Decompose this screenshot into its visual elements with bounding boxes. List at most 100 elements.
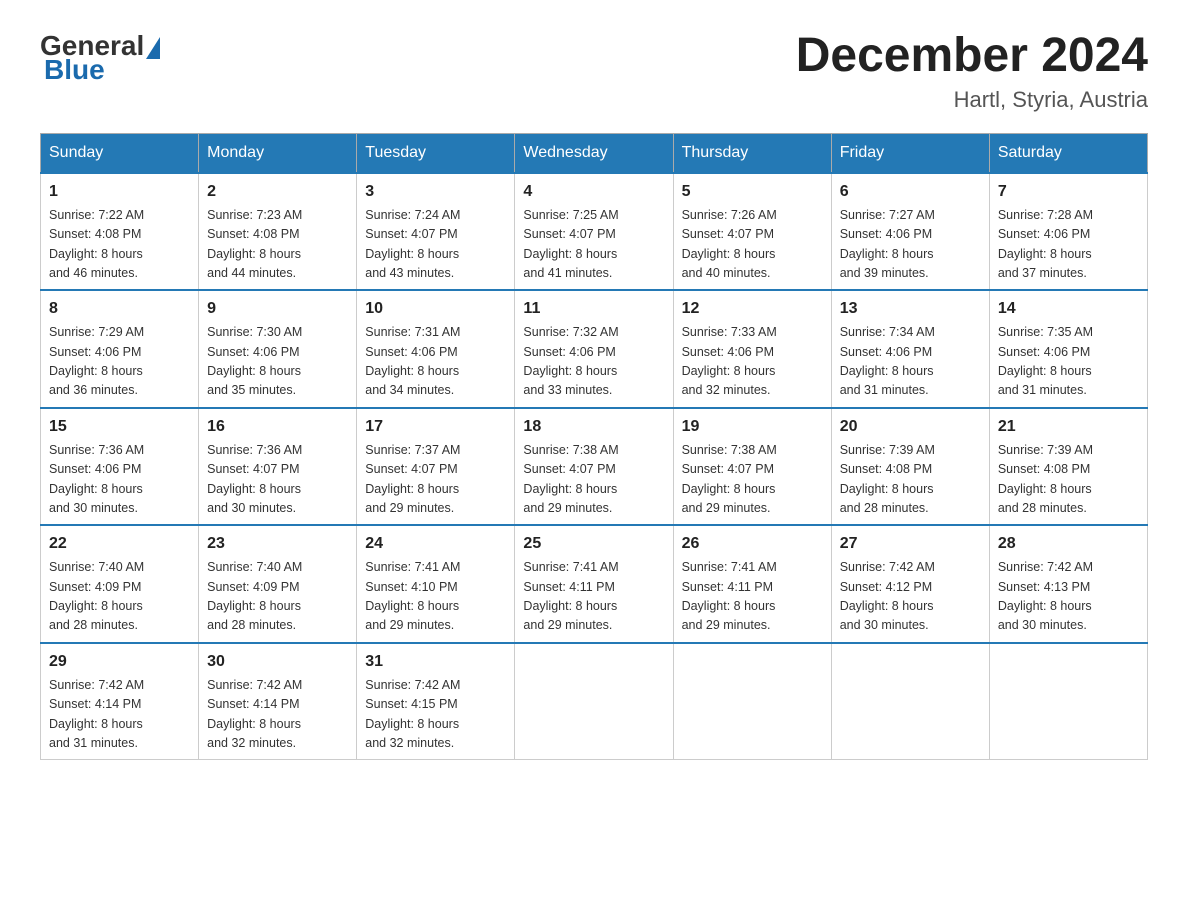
day-info: Sunrise: 7:30 AM Sunset: 4:06 PM Dayligh… (207, 323, 348, 401)
calendar-cell: 29 Sunrise: 7:42 AM Sunset: 4:14 PM Dayl… (41, 643, 199, 760)
day-info: Sunrise: 7:39 AM Sunset: 4:08 PM Dayligh… (998, 441, 1139, 519)
calendar-cell: 30 Sunrise: 7:42 AM Sunset: 4:14 PM Dayl… (199, 643, 357, 760)
week-row-3: 15 Sunrise: 7:36 AM Sunset: 4:06 PM Dayl… (41, 408, 1148, 526)
calendar-cell: 31 Sunrise: 7:42 AM Sunset: 4:15 PM Dayl… (357, 643, 515, 760)
day-info: Sunrise: 7:42 AM Sunset: 4:15 PM Dayligh… (365, 676, 506, 754)
calendar-cell: 9 Sunrise: 7:30 AM Sunset: 4:06 PM Dayli… (199, 290, 357, 408)
day-number: 26 (682, 532, 823, 556)
day-number: 22 (49, 532, 190, 556)
calendar-cell: 3 Sunrise: 7:24 AM Sunset: 4:07 PM Dayli… (357, 173, 515, 291)
calendar-cell: 21 Sunrise: 7:39 AM Sunset: 4:08 PM Dayl… (989, 408, 1147, 526)
day-number: 10 (365, 297, 506, 321)
calendar-cell: 4 Sunrise: 7:25 AM Sunset: 4:07 PM Dayli… (515, 173, 673, 291)
day-number: 20 (840, 415, 981, 439)
day-info: Sunrise: 7:37 AM Sunset: 4:07 PM Dayligh… (365, 441, 506, 519)
day-number: 9 (207, 297, 348, 321)
day-number: 19 (682, 415, 823, 439)
calendar-cell: 10 Sunrise: 7:31 AM Sunset: 4:06 PM Dayl… (357, 290, 515, 408)
day-number: 1 (49, 180, 190, 204)
day-info: Sunrise: 7:41 AM Sunset: 4:11 PM Dayligh… (523, 558, 664, 636)
col-friday: Friday (831, 133, 989, 173)
day-info: Sunrise: 7:40 AM Sunset: 4:09 PM Dayligh… (49, 558, 190, 636)
day-info: Sunrise: 7:33 AM Sunset: 4:06 PM Dayligh… (682, 323, 823, 401)
day-number: 18 (523, 415, 664, 439)
calendar-cell: 14 Sunrise: 7:35 AM Sunset: 4:06 PM Dayl… (989, 290, 1147, 408)
day-info: Sunrise: 7:23 AM Sunset: 4:08 PM Dayligh… (207, 206, 348, 284)
calendar-cell: 26 Sunrise: 7:41 AM Sunset: 4:11 PM Dayl… (673, 525, 831, 643)
day-info: Sunrise: 7:22 AM Sunset: 4:08 PM Dayligh… (49, 206, 190, 284)
location-subtitle: Hartl, Styria, Austria (796, 87, 1148, 113)
day-info: Sunrise: 7:40 AM Sunset: 4:09 PM Dayligh… (207, 558, 348, 636)
day-info: Sunrise: 7:32 AM Sunset: 4:06 PM Dayligh… (523, 323, 664, 401)
day-info: Sunrise: 7:36 AM Sunset: 4:06 PM Dayligh… (49, 441, 190, 519)
day-info: Sunrise: 7:42 AM Sunset: 4:12 PM Dayligh… (840, 558, 981, 636)
day-number: 24 (365, 532, 506, 556)
week-row-4: 22 Sunrise: 7:40 AM Sunset: 4:09 PM Dayl… (41, 525, 1148, 643)
day-info: Sunrise: 7:26 AM Sunset: 4:07 PM Dayligh… (682, 206, 823, 284)
day-number: 30 (207, 650, 348, 674)
day-info: Sunrise: 7:31 AM Sunset: 4:06 PM Dayligh… (365, 323, 506, 401)
calendar-cell: 23 Sunrise: 7:40 AM Sunset: 4:09 PM Dayl… (199, 525, 357, 643)
calendar-cell: 20 Sunrise: 7:39 AM Sunset: 4:08 PM Dayl… (831, 408, 989, 526)
day-info: Sunrise: 7:41 AM Sunset: 4:11 PM Dayligh… (682, 558, 823, 636)
col-monday: Monday (199, 133, 357, 173)
week-row-1: 1 Sunrise: 7:22 AM Sunset: 4:08 PM Dayli… (41, 173, 1148, 291)
day-number: 14 (998, 297, 1139, 321)
calendar-cell (673, 643, 831, 760)
calendar-cell: 7 Sunrise: 7:28 AM Sunset: 4:06 PM Dayli… (989, 173, 1147, 291)
day-info: Sunrise: 7:24 AM Sunset: 4:07 PM Dayligh… (365, 206, 506, 284)
logo: General Blue (40, 30, 162, 86)
calendar-cell (515, 643, 673, 760)
calendar-cell: 19 Sunrise: 7:38 AM Sunset: 4:07 PM Dayl… (673, 408, 831, 526)
day-info: Sunrise: 7:34 AM Sunset: 4:06 PM Dayligh… (840, 323, 981, 401)
day-info: Sunrise: 7:39 AM Sunset: 4:08 PM Dayligh… (840, 441, 981, 519)
calendar-cell: 28 Sunrise: 7:42 AM Sunset: 4:13 PM Dayl… (989, 525, 1147, 643)
day-info: Sunrise: 7:42 AM Sunset: 4:14 PM Dayligh… (49, 676, 190, 754)
day-number: 13 (840, 297, 981, 321)
calendar-cell: 1 Sunrise: 7:22 AM Sunset: 4:08 PM Dayli… (41, 173, 199, 291)
calendar-cell: 5 Sunrise: 7:26 AM Sunset: 4:07 PM Dayli… (673, 173, 831, 291)
day-info: Sunrise: 7:42 AM Sunset: 4:13 PM Dayligh… (998, 558, 1139, 636)
day-info: Sunrise: 7:35 AM Sunset: 4:06 PM Dayligh… (998, 323, 1139, 401)
month-year-title: December 2024 (796, 30, 1148, 83)
day-info: Sunrise: 7:42 AM Sunset: 4:14 PM Dayligh… (207, 676, 348, 754)
col-thursday: Thursday (673, 133, 831, 173)
day-number: 8 (49, 297, 190, 321)
calendar-cell: 6 Sunrise: 7:27 AM Sunset: 4:06 PM Dayli… (831, 173, 989, 291)
calendar-cell: 8 Sunrise: 7:29 AM Sunset: 4:06 PM Dayli… (41, 290, 199, 408)
calendar-cell: 13 Sunrise: 7:34 AM Sunset: 4:06 PM Dayl… (831, 290, 989, 408)
calendar-cell: 2 Sunrise: 7:23 AM Sunset: 4:08 PM Dayli… (199, 173, 357, 291)
title-area: December 2024 Hartl, Styria, Austria (796, 30, 1148, 113)
day-info: Sunrise: 7:29 AM Sunset: 4:06 PM Dayligh… (49, 323, 190, 401)
day-number: 31 (365, 650, 506, 674)
day-number: 29 (49, 650, 190, 674)
page-header: General Blue December 2024 Hartl, Styria… (40, 30, 1148, 113)
day-number: 12 (682, 297, 823, 321)
day-number: 17 (365, 415, 506, 439)
calendar-cell: 18 Sunrise: 7:38 AM Sunset: 4:07 PM Dayl… (515, 408, 673, 526)
day-number: 15 (49, 415, 190, 439)
col-saturday: Saturday (989, 133, 1147, 173)
col-sunday: Sunday (41, 133, 199, 173)
col-tuesday: Tuesday (357, 133, 515, 173)
day-info: Sunrise: 7:25 AM Sunset: 4:07 PM Dayligh… (523, 206, 664, 284)
day-number: 7 (998, 180, 1139, 204)
week-row-2: 8 Sunrise: 7:29 AM Sunset: 4:06 PM Dayli… (41, 290, 1148, 408)
day-number: 27 (840, 532, 981, 556)
day-number: 3 (365, 180, 506, 204)
logo-triangle-icon (146, 37, 160, 59)
day-number: 28 (998, 532, 1139, 556)
day-number: 4 (523, 180, 664, 204)
calendar-cell: 11 Sunrise: 7:32 AM Sunset: 4:06 PM Dayl… (515, 290, 673, 408)
day-info: Sunrise: 7:38 AM Sunset: 4:07 PM Dayligh… (682, 441, 823, 519)
calendar-cell: 27 Sunrise: 7:42 AM Sunset: 4:12 PM Dayl… (831, 525, 989, 643)
day-number: 11 (523, 297, 664, 321)
col-wednesday: Wednesday (515, 133, 673, 173)
calendar-cell: 24 Sunrise: 7:41 AM Sunset: 4:10 PM Dayl… (357, 525, 515, 643)
day-number: 25 (523, 532, 664, 556)
calendar-cell: 12 Sunrise: 7:33 AM Sunset: 4:06 PM Dayl… (673, 290, 831, 408)
day-info: Sunrise: 7:36 AM Sunset: 4:07 PM Dayligh… (207, 441, 348, 519)
day-number: 5 (682, 180, 823, 204)
logo-blue-text: Blue (44, 54, 105, 85)
day-info: Sunrise: 7:41 AM Sunset: 4:10 PM Dayligh… (365, 558, 506, 636)
